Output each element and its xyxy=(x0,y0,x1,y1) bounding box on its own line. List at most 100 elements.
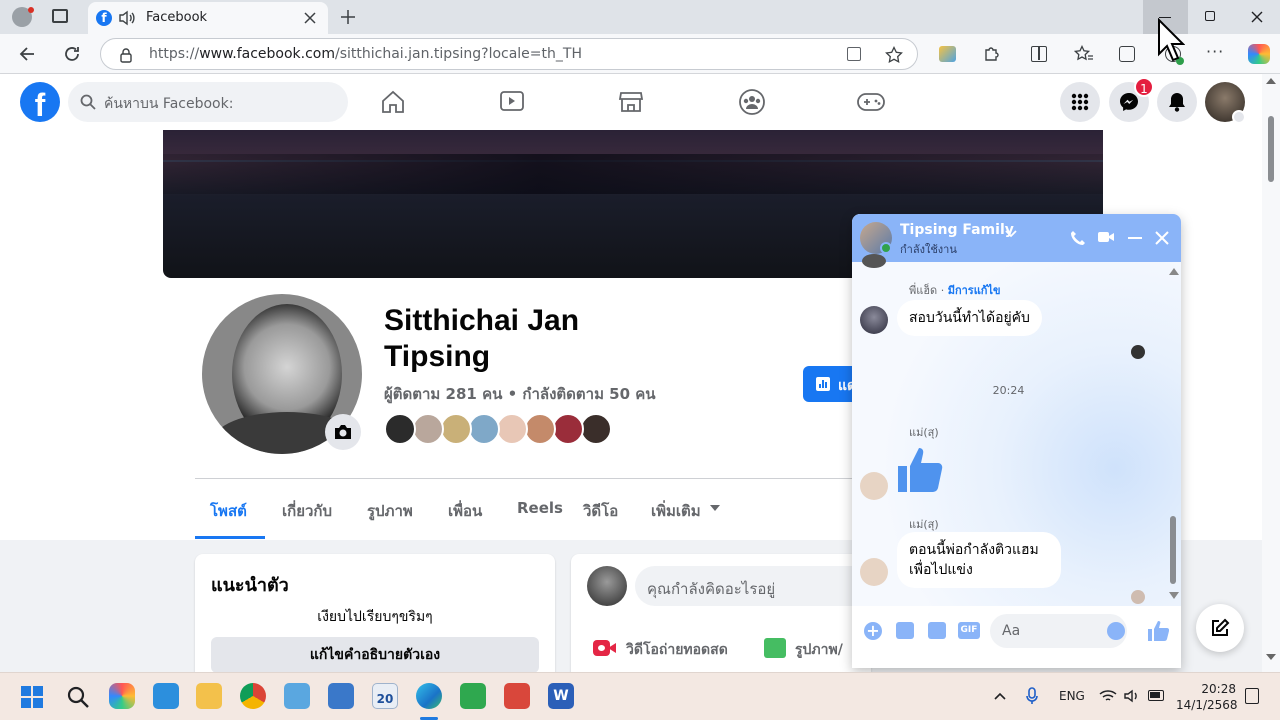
close-tab-icon[interactable] xyxy=(304,12,316,24)
windows-start-icon[interactable] xyxy=(20,685,44,709)
live-video-button[interactable]: วิดีโอถ่ายทอดสด xyxy=(626,639,728,661)
message-bubble[interactable]: ตอนนี้พ่อกำลังติวแฮม เพื่อไปแข่ง xyxy=(897,532,1061,588)
close-window-button[interactable] xyxy=(1251,11,1263,23)
lock-icon[interactable] xyxy=(119,47,133,63)
friend-avatar[interactable] xyxy=(412,413,444,445)
home-icon[interactable] xyxy=(380,89,406,115)
microphone-icon[interactable] xyxy=(1026,687,1038,705)
tab-reels[interactable]: Reels xyxy=(517,499,563,517)
friend-avatar[interactable] xyxy=(552,413,584,445)
emoji-icon[interactable] xyxy=(1107,622,1125,640)
address-bar[interactable]: https://www.facebook.com/sitthichai.jan.… xyxy=(100,38,918,70)
app-icon[interactable] xyxy=(460,683,486,709)
copilot-app-icon[interactable] xyxy=(109,683,135,709)
chat-messages[interactable]: พี่แฮ็ด · มีการแก้ไข สอบวันนี้ทำได้อยู่ค… xyxy=(852,254,1181,606)
chat-header[interactable]: Tipsing Family กำลังใช้งาน xyxy=(852,214,1181,262)
minimize-chat-icon[interactable] xyxy=(1128,237,1142,239)
app-icon[interactable] xyxy=(504,683,530,709)
back-icon[interactable] xyxy=(18,45,36,63)
friend-avatar[interactable] xyxy=(440,413,472,445)
tab-photos[interactable]: รูปภาพ xyxy=(367,499,413,523)
edge-icon[interactable] xyxy=(416,683,442,709)
like-send-icon[interactable] xyxy=(1147,620,1169,642)
marketplace-icon[interactable] xyxy=(618,89,644,115)
plus-icon[interactable]: + xyxy=(864,622,882,640)
tab-facebook[interactable]: f Facebook xyxy=(88,2,328,34)
speaker-icon[interactable] xyxy=(118,10,136,26)
gaming-icon[interactable] xyxy=(856,91,886,113)
copilot-icon[interactable] xyxy=(1248,44,1270,64)
new-message-button[interactable] xyxy=(1196,604,1244,652)
volume-icon[interactable] xyxy=(1124,689,1140,703)
tab-friends[interactable]: เพื่อน xyxy=(448,499,482,523)
friend-avatar[interactable] xyxy=(496,413,528,445)
chevron-up-icon[interactable] xyxy=(994,692,1006,700)
thumbs-up-icon[interactable] xyxy=(896,444,946,494)
tab-videos[interactable]: วิดีโอ xyxy=(583,499,618,523)
favorites-icon[interactable] xyxy=(1074,45,1094,63)
notifications-icon[interactable] xyxy=(1245,688,1259,704)
friend-avatar[interactable] xyxy=(524,413,556,445)
friend-avatar[interactable] xyxy=(384,413,416,445)
puzzle-extensions-icon[interactable] xyxy=(983,45,1001,63)
tab-about[interactable]: เกี่ยวกับ xyxy=(282,499,332,523)
calendar-icon[interactable]: 20 xyxy=(372,683,398,709)
profile-name: Sitthichai Jan Tipsing xyxy=(384,304,580,373)
groups-icon[interactable] xyxy=(738,88,766,116)
tab-posts[interactable]: โพสต์ xyxy=(210,499,247,523)
message-input[interactable]: Aa xyxy=(990,614,1127,648)
photo-video-button[interactable]: รูปภาพ/ xyxy=(795,639,843,661)
restore-button[interactable] xyxy=(1205,11,1215,21)
read-receipt-avatar xyxy=(1131,590,1145,604)
friend-avatar[interactable] xyxy=(468,413,500,445)
phone-call-icon[interactable] xyxy=(1070,230,1086,246)
favorite-star-icon[interactable] xyxy=(885,46,903,64)
composer-input[interactable]: คุณกำลังคิดอะไรอยู่ xyxy=(635,566,875,606)
more-menu-icon[interactable]: ··· xyxy=(1206,44,1224,60)
message-bubble[interactable]: สอบวันนี้ทำได้อยู่คับ xyxy=(897,300,1042,336)
search-icon xyxy=(80,94,96,110)
friend-avatar[interactable] xyxy=(580,413,612,445)
tab-actions-icon[interactable] xyxy=(52,9,68,23)
app-icon[interactable] xyxy=(284,683,310,709)
battery-icon[interactable] xyxy=(1148,690,1164,701)
messenger-button[interactable]: 1 xyxy=(1109,77,1154,122)
vscode-icon[interactable] xyxy=(153,683,179,709)
search-placeholder: ค้นหาบน Facebook: xyxy=(104,96,234,112)
collections-icon[interactable] xyxy=(1119,46,1135,62)
update-photo-button[interactable] xyxy=(325,414,361,450)
wifi-icon[interactable] xyxy=(1099,689,1117,703)
sticker-icon[interactable] xyxy=(928,622,946,639)
notifications-button[interactable] xyxy=(1157,82,1197,122)
refresh-icon[interactable] xyxy=(62,44,82,64)
search-icon[interactable] xyxy=(66,685,90,709)
facebook-logo[interactable]: f xyxy=(20,82,60,123)
page-scrollbar[interactable] xyxy=(1262,74,1280,672)
followers-count[interactable]: ผู้ติดตาม 281 คน • กำลังติดตาม 50 คน xyxy=(384,382,656,406)
video-icon[interactable] xyxy=(499,89,525,115)
menu-button[interactable] xyxy=(1060,82,1100,122)
chat-scrollbar[interactable] xyxy=(1165,262,1181,606)
extension-icon[interactable] xyxy=(939,46,956,62)
gif-icon[interactable]: GIF xyxy=(958,622,980,639)
clock[interactable]: 20:28 14/1/2568 xyxy=(1176,681,1238,713)
app-available-icon[interactable] xyxy=(847,47,861,61)
message-sender: แม่(สุ) xyxy=(909,518,939,531)
notepad-icon[interactable] xyxy=(328,683,354,709)
search-field[interactable]: ค้นหาบน Facebook: xyxy=(68,82,348,122)
message-sender: พี่แฮ็ด · มีการแก้ไข xyxy=(909,284,1001,297)
messenger-badge: 1 xyxy=(1134,77,1154,97)
word-icon[interactable]: W xyxy=(548,683,574,709)
attach-image-icon[interactable] xyxy=(896,622,914,639)
chevron-down-icon[interactable] xyxy=(1005,230,1017,238)
video-call-icon[interactable] xyxy=(1097,230,1115,244)
new-tab-icon[interactable] xyxy=(340,9,356,25)
chevron-down-icon[interactable] xyxy=(1232,110,1246,124)
tab-more[interactable]: เพิ่มเติม xyxy=(651,499,701,523)
edit-bio-button[interactable]: แก้ไขคำอธิบายตัวเอง xyxy=(211,637,539,673)
file-explorer-icon[interactable] xyxy=(196,683,222,709)
split-screen-icon[interactable] xyxy=(1031,46,1047,62)
chrome-icon[interactable] xyxy=(240,683,266,709)
close-chat-icon[interactable] xyxy=(1155,231,1169,245)
language-indicator[interactable]: ENG xyxy=(1059,689,1085,703)
